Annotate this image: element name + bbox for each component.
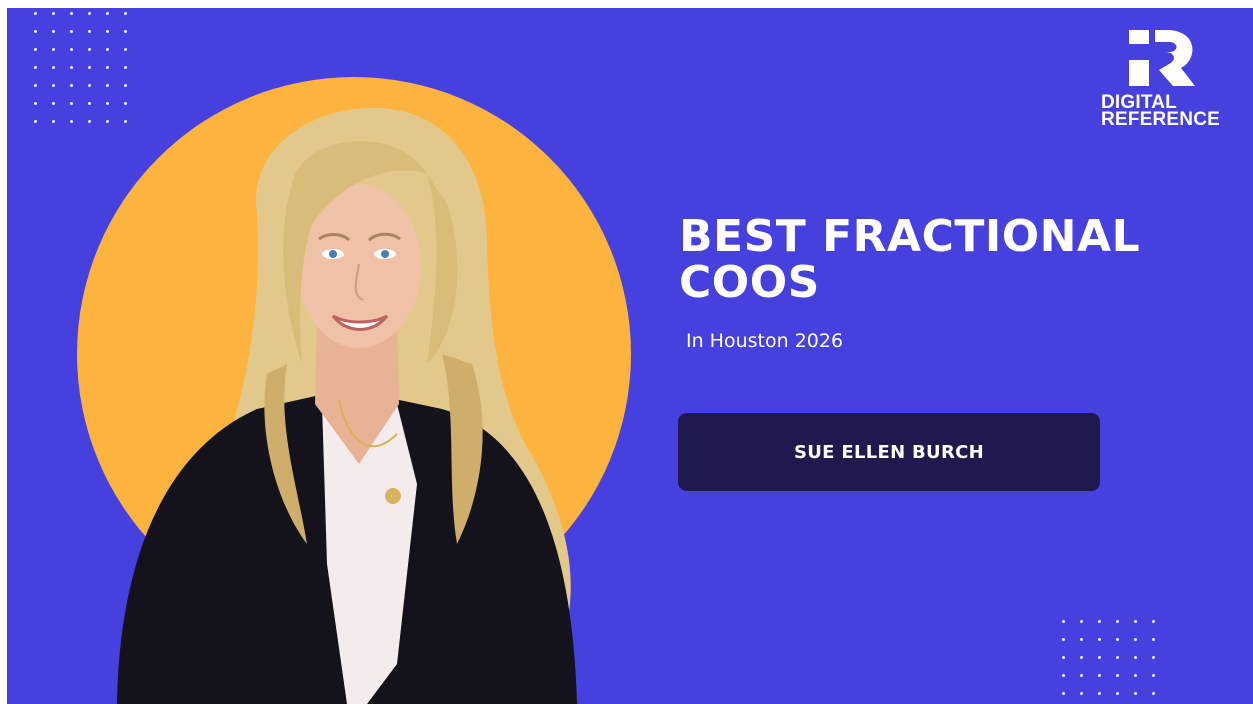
digital-reference-logo: DIGITAL REFERENCE — [1097, 30, 1237, 140]
headline-line-1: BEST FRACTIONAL — [679, 211, 1141, 262]
dot-grid-bottom-right — [1062, 620, 1170, 704]
name-button[interactable]: SUE ELLEN BURCH — [678, 413, 1100, 491]
digital-reference-r-logo-icon — [1129, 30, 1195, 86]
logo-wordmark: DIGITAL REFERENCE — [1101, 93, 1220, 130]
headline: BEST FRACTIONAL COOS — [679, 214, 1140, 306]
name-button-label: SUE ELLEN BURCH — [794, 441, 984, 463]
portrait-photo — [117, 107, 577, 704]
subtitle: In Houston 2026 — [686, 330, 844, 352]
headline-line-2: COOS — [679, 257, 820, 308]
logo-line-2: REFERENCE — [1101, 109, 1220, 130]
banner: DIGITAL REFERENCE BEST FRACTIONAL COOS I… — [7, 8, 1253, 704]
